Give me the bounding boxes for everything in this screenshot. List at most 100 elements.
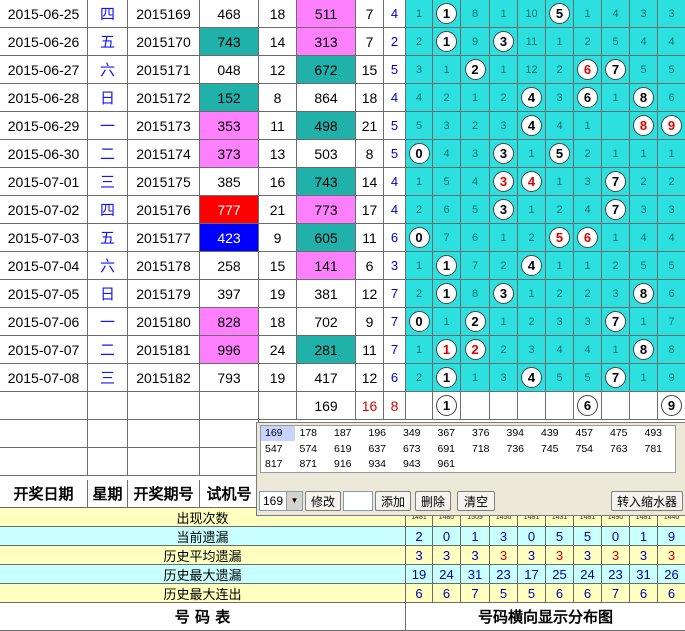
miss-cell: 1 xyxy=(433,364,461,392)
miss-cell: 10 xyxy=(518,0,546,28)
draw-date: 2015-07-01 xyxy=(0,168,88,196)
panel-number[interactable]: 934 xyxy=(365,457,399,472)
trial-sum: 12 xyxy=(259,56,297,84)
draw-date: 2015-07-07 xyxy=(0,336,88,364)
miss-cell: 4 xyxy=(518,252,546,280)
panel-number[interactable]: 691 xyxy=(434,442,468,457)
draw-sum: 9 xyxy=(356,308,384,336)
panel-number[interactable]: 961 xyxy=(434,457,468,472)
panel-number[interactable]: 376 xyxy=(468,426,502,441)
miss-cell: 1 xyxy=(490,308,518,336)
digit-ball: 2 xyxy=(464,311,486,332)
blank-cell xyxy=(200,420,259,448)
panel-number[interactable]: 178 xyxy=(296,426,330,441)
draw-date: 2015-06-27 xyxy=(0,56,88,84)
modify-button[interactable]: 修改 xyxy=(305,491,341,511)
panel-number[interactable]: 187 xyxy=(330,426,364,441)
panel-number[interactable]: 916 xyxy=(330,457,364,472)
draw-date: 2015-07-03 xyxy=(0,224,88,252)
stat-value: 5 xyxy=(490,584,518,603)
digit-ball: 3 xyxy=(493,143,514,164)
draw-issue: 2015181 xyxy=(128,336,200,364)
digit-ball: 8 xyxy=(633,283,654,304)
panel-number[interactable]: 169 xyxy=(261,426,295,441)
panel-number[interactable]: 367 xyxy=(434,426,468,441)
blank-cell xyxy=(88,392,128,420)
draw-number: 503 xyxy=(297,140,356,168)
panel-number[interactable]: 394 xyxy=(503,426,537,441)
panel-number[interactable]: 781 xyxy=(641,442,675,457)
blank-cell xyxy=(128,448,200,476)
add-button[interactable]: 添加 xyxy=(375,491,411,511)
miss-cell: 3 xyxy=(433,112,461,140)
stat-value: 3 xyxy=(546,546,574,565)
miss-cell: 3 xyxy=(490,168,518,196)
miss-cell: 1 xyxy=(490,0,518,28)
panel-number[interactable]: 763 xyxy=(606,442,640,457)
miss-cell: 6 xyxy=(461,224,490,252)
draw-span: 6 xyxy=(384,364,406,392)
delete-button[interactable]: 删除 xyxy=(415,491,451,511)
panel-number[interactable]: 637 xyxy=(365,442,399,457)
stat-value: 24 xyxy=(574,565,602,584)
panel-number[interactable]: 457 xyxy=(572,426,606,441)
digit-ball: 8 xyxy=(633,87,654,108)
digit-ball: 3 xyxy=(493,283,514,304)
clear-button[interactable]: 清空 xyxy=(457,491,495,511)
number-input[interactable] xyxy=(343,491,373,511)
draw-date: 2015-07-06 xyxy=(0,308,88,336)
miss-cell: 2 xyxy=(461,56,490,84)
stat-value: 6 xyxy=(630,584,658,603)
panel-number[interactable]: 754 xyxy=(572,442,606,457)
draw-issue: 2015169 xyxy=(128,0,200,28)
draw-sum: 11 xyxy=(356,224,384,252)
draw-issue: 2015172 xyxy=(128,84,200,112)
miss-cell: 1 xyxy=(546,28,574,56)
miss-cell: 2 xyxy=(546,196,574,224)
panel-number[interactable]: 673 xyxy=(399,442,433,457)
miss-cell: 4 xyxy=(574,196,602,224)
miss-cell: 1 xyxy=(574,112,602,140)
draw-weekday: 二 xyxy=(88,336,128,364)
panel-number[interactable]: 547 xyxy=(261,442,295,457)
draw-issue: 2015176 xyxy=(128,196,200,224)
stat-value: 3 xyxy=(574,546,602,565)
stat-value: 1 xyxy=(630,527,658,546)
digit-ball: 4 xyxy=(521,367,542,388)
panel-number[interactable]: 745 xyxy=(537,442,571,457)
draw-weekday: 四 xyxy=(88,0,128,28)
column-header-week: 星期 xyxy=(88,480,128,508)
miss-cell: 7 xyxy=(602,364,630,392)
miss-cell: 8 xyxy=(630,112,658,140)
draw-date: 2015-07-02 xyxy=(0,196,88,224)
digit-ball: 0 xyxy=(408,227,430,248)
digit-ball: 8 xyxy=(633,115,654,136)
miss-cell: 2 xyxy=(602,252,630,280)
trial-number: 793 xyxy=(200,364,259,392)
panel-number[interactable]: 574 xyxy=(296,442,330,457)
panel-number[interactable]: 871 xyxy=(296,457,330,472)
blank-cell xyxy=(200,392,259,420)
panel-number[interactable]: 718 xyxy=(468,442,502,457)
draw-weekday: 六 xyxy=(88,56,128,84)
panel-number[interactable]: 817 xyxy=(261,457,295,472)
draw-weekday: 五 xyxy=(88,28,128,56)
blank-cell xyxy=(0,392,88,420)
panel-number[interactable]: 196 xyxy=(365,426,399,441)
panel-number[interactable]: 619 xyxy=(330,442,364,457)
panel-number[interactable]: 475 xyxy=(606,426,640,441)
chevron-down-icon[interactable]: ▼ xyxy=(286,492,302,510)
miss-cell: 3 xyxy=(490,364,518,392)
number-select[interactable]: 169 ▼ xyxy=(259,491,303,511)
panel-number[interactable]: 349 xyxy=(399,426,433,441)
miss-cell: 4 xyxy=(546,336,574,364)
number-list[interactable]: 169 178 187 196 349 367 376 394 439 457 475 493 547 5… xyxy=(260,425,676,473)
blank-cell xyxy=(259,392,297,420)
shrink-button[interactable]: 转入缩水器 xyxy=(611,491,683,511)
panel-number[interactable]: 943 xyxy=(399,457,433,472)
number-panel: 169 178 187 196 349 367 376 394 439 457 475 493 547 5… xyxy=(256,422,685,516)
panel-number[interactable]: 493 xyxy=(641,426,675,441)
panel-number[interactable]: 736 xyxy=(503,442,537,457)
miss-cell: 5 xyxy=(546,364,574,392)
panel-number[interactable]: 439 xyxy=(537,426,571,441)
